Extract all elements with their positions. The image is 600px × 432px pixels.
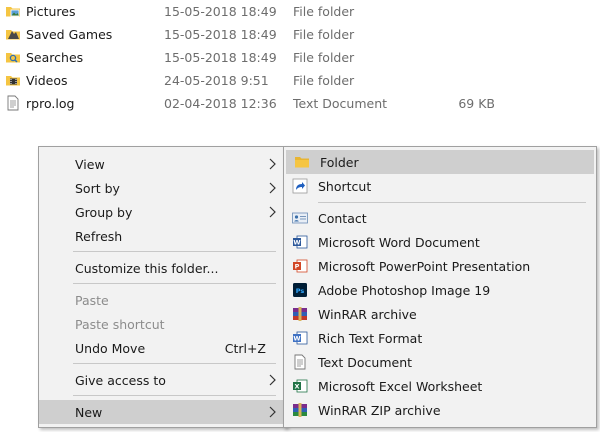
file-row-rpro-log[interactable]: rpro.log 02-04-2018 12:36 Text Document … [0,92,600,115]
menu-item-label: Paste shortcut [75,317,165,332]
file-date: 15-05-2018 18:49 [164,50,277,65]
text-file-icon [7,95,19,111]
menu-separator [73,251,276,252]
file-date: 02-04-2018 12:36 [164,96,277,111]
winrar-icon [293,307,307,321]
menu-item-give-access[interactable]: Give access to [39,368,286,392]
submenu-item-label: Folder [320,155,359,170]
file-name: Saved Games [26,27,113,42]
menu-separator [73,363,276,364]
saved-games-folder-icon [6,30,20,40]
menu-separator [318,202,586,203]
excel-icon: X [293,379,308,393]
svg-text:Ps: Ps [296,287,305,295]
file-date: 15-05-2018 18:49 [164,4,277,19]
file-type: Text Document [293,96,388,111]
svg-text:W: W [293,239,300,247]
powerpoint-icon: P [293,259,308,273]
submenu-item-word-document[interactable]: W Microsoft Word Document [284,230,596,254]
submenu-item-label: Shortcut [318,179,372,194]
menu-item-new[interactable]: New [39,400,286,424]
submenu-item-label: Microsoft Word Document [318,235,480,250]
menu-item-paste-shortcut: Paste shortcut [39,312,286,336]
contact-card-icon [292,212,308,224]
submenu-item-label: Microsoft PowerPoint Presentation [318,259,531,274]
file-name: rpro.log [26,96,75,111]
file-type: File folder [293,4,355,19]
photoshop-icon: Ps [293,283,307,297]
submenu-item-label: Text Document [318,355,413,370]
svg-text:P: P [295,263,300,271]
file-name: Pictures [26,4,76,19]
word-document-icon: W [293,235,308,249]
menu-item-group-by[interactable]: Group by [39,200,286,224]
menu-separator [73,395,276,396]
menu-item-view[interactable]: View [39,152,286,176]
menu-item-refresh[interactable]: Refresh [39,224,286,248]
menu-item-label: New [75,405,103,420]
submenu-item-powerpoint-presentation[interactable]: P Microsoft PowerPoint Presentation [284,254,596,278]
menu-item-label: Sort by [75,181,120,196]
chevron-right-icon [269,206,276,218]
file-date: 15-05-2018 18:49 [164,27,277,42]
menu-item-label: View [75,157,105,172]
submenu-item-shortcut[interactable]: Shortcut [284,174,596,198]
menu-item-label: Group by [75,205,133,220]
file-row-searches[interactable]: Searches 15-05-2018 18:49 File folder [0,46,600,69]
submenu-item-text-document[interactable]: Text Document [284,350,596,374]
submenu-item-excel-worksheet[interactable]: X Microsoft Excel Worksheet [284,374,596,398]
pictures-folder-icon [6,7,20,17]
file-row-videos[interactable]: Videos 24-05-2018 9:51 File folder [0,69,600,92]
menu-item-label: Customize this folder... [75,261,219,276]
submenu-item-label: Rich Text Format [318,331,423,346]
menu-item-label: Refresh [75,229,123,244]
rtf-document-icon: W [293,331,308,345]
submenu-item-contact[interactable]: Contact [284,206,596,230]
menu-item-sort-by[interactable]: Sort by [39,176,286,200]
text-document-icon [294,354,306,370]
file-type: File folder [293,50,355,65]
file-type: File folder [293,27,355,42]
shortcut-icon [292,178,308,194]
context-menu: View Sort by Group by Refresh Customize … [38,146,287,428]
submenu-item-rich-text-format[interactable]: W Rich Text Format [284,326,596,350]
submenu-item-folder[interactable]: Folder [286,150,594,174]
file-name: Videos [26,73,68,88]
menu-separator [73,283,276,284]
file-name: Searches [26,50,84,65]
menu-item-customize-folder[interactable]: Customize this folder... [39,256,286,280]
file-row-pictures[interactable]: Pictures 15-05-2018 18:49 File folder [0,0,600,23]
submenu-item-winrar-zip[interactable]: WinRAR ZIP archive [284,398,596,422]
submenu-item-label: Adobe Photoshop Image 19 [318,283,491,298]
folder-icon [295,157,309,168]
chevron-right-icon [269,182,276,194]
svg-text:W: W [293,335,300,343]
file-type: File folder [293,73,355,88]
submenu-item-label: WinRAR ZIP archive [318,403,441,418]
file-date: 24-05-2018 9:51 [164,73,269,88]
chevron-right-icon [269,158,276,170]
submenu-item-winrar-archive[interactable]: WinRAR archive [284,302,596,326]
chevron-right-icon [269,374,276,386]
menu-item-paste: Paste [39,288,286,312]
file-row-saved-games[interactable]: Saved Games 15-05-2018 18:49 File folder [0,23,600,46]
winrar-zip-icon [293,403,307,417]
submenu-item-label: Contact [318,211,367,226]
submenu-item-label: WinRAR archive [318,307,417,322]
menu-item-label: Give access to [75,373,166,388]
videos-folder-icon [6,76,20,86]
submenu-item-label: Microsoft Excel Worksheet [318,379,483,394]
chevron-right-icon [269,406,276,418]
keyboard-shortcut: Ctrl+Z [224,341,266,356]
file-size: 69 KB [458,96,495,111]
svg-text:X: X [294,383,299,391]
searches-folder-icon [6,53,20,63]
submenu-item-photoshop-image[interactable]: Ps Adobe Photoshop Image 19 [284,278,596,302]
new-submenu: Folder Shortcut Contact W Microsoft Word… [283,146,597,428]
menu-item-undo-move[interactable]: Undo Move Ctrl+Z [39,336,286,360]
menu-item-label: Paste [75,293,109,308]
menu-item-label: Undo Move [75,341,146,356]
